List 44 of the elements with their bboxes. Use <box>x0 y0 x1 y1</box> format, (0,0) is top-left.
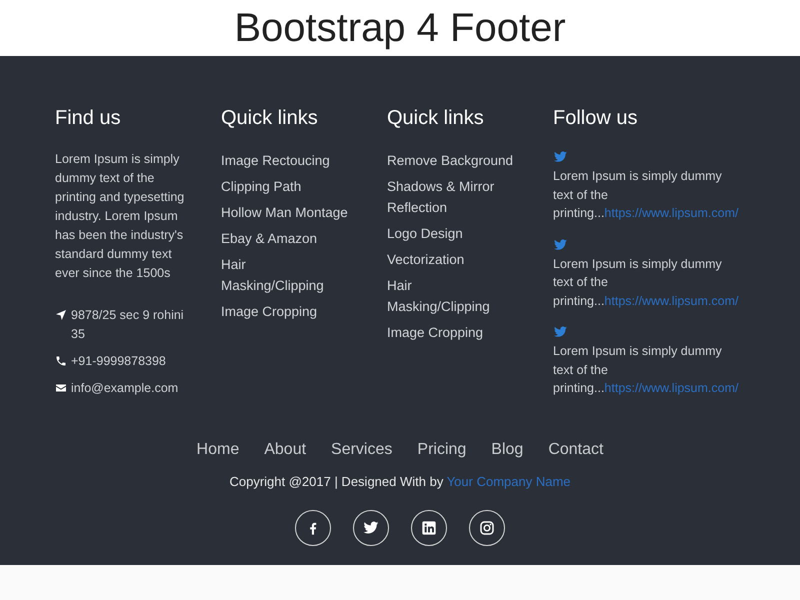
quick-link[interactable]: Image Rectoucing <box>221 150 330 171</box>
quick-link[interactable]: Remove Background <box>387 150 514 171</box>
quick-link[interactable]: Hollow Man Montage <box>221 202 348 223</box>
quick-link[interactable]: Logo Design <box>387 223 463 244</box>
column-heading: Quick links <box>221 106 319 130</box>
address-text: 9878/25 sec 9 rohini 35 <box>71 307 185 343</box>
quick-link[interactable]: Hair Masking/Clipping <box>387 275 516 317</box>
about-text: Lorem Ipsum is simply dummy text of the printing and typesetting industry. Lorem Ipsum has been the industry's standard dummy text ever since the 1500s <box>55 151 186 282</box>
nav-link[interactable]: Pricing <box>417 438 466 462</box>
quick-link[interactable]: Shadows & Mirror Reflection <box>387 176 516 218</box>
phone-text: +91-9999878398 <box>71 353 166 370</box>
quick-link[interactable]: Vectorization <box>387 249 464 270</box>
tweet-text: Lorem Ipsum is simply dummy text of the printing...https://www.lipsum.com/ <box>553 343 740 397</box>
twitter-icon <box>553 325 568 339</box>
quick-link[interactable]: Ebay & Amazon <box>221 228 318 249</box>
page-title: Bootstrap 4 Footer <box>234 5 566 51</box>
quick-link[interactable]: Image Cropping <box>387 322 484 343</box>
nav-link[interactable]: Services <box>331 438 392 462</box>
nav-link[interactable]: About <box>264 438 306 462</box>
email-text: info@example.com <box>71 380 178 397</box>
quick-link[interactable]: Clipping Path <box>221 176 302 197</box>
tweet-text: Lorem Ipsum is simply dummy text of the printing...https://www.lipsum.com/ <box>553 256 740 310</box>
column-heading: Quick links <box>387 106 485 130</box>
copyright-text: Copyright @2017 | Designed With by Your Company Name <box>229 473 571 491</box>
social-button[interactable] <box>469 510 505 546</box>
phone-icon <box>55 355 67 367</box>
twitter-icon <box>363 520 379 536</box>
social-button[interactable] <box>353 510 389 546</box>
nav-link[interactable]: Blog <box>491 438 524 462</box>
location-arrow-icon <box>55 309 67 321</box>
social-button[interactable] <box>295 510 331 546</box>
twitter-icon <box>553 150 568 164</box>
twitter-icon <box>553 238 568 252</box>
instagram-icon <box>479 520 495 536</box>
tweet-text: Lorem Ipsum is simply dummy text of the printing...https://www.lipsum.com/ <box>553 168 740 222</box>
nav-link[interactable]: Home <box>196 438 240 462</box>
column-heading: Follow us <box>553 106 638 130</box>
social-button[interactable] <box>411 510 447 546</box>
nav-link[interactable]: Contact <box>548 438 604 462</box>
quick-link[interactable]: Hair Masking/Clipping <box>221 254 350 296</box>
quick-link[interactable]: Image Cropping <box>221 301 318 322</box>
linkedin-icon <box>421 520 437 536</box>
column-heading: Find us <box>55 106 122 130</box>
envelope-icon <box>55 382 67 394</box>
